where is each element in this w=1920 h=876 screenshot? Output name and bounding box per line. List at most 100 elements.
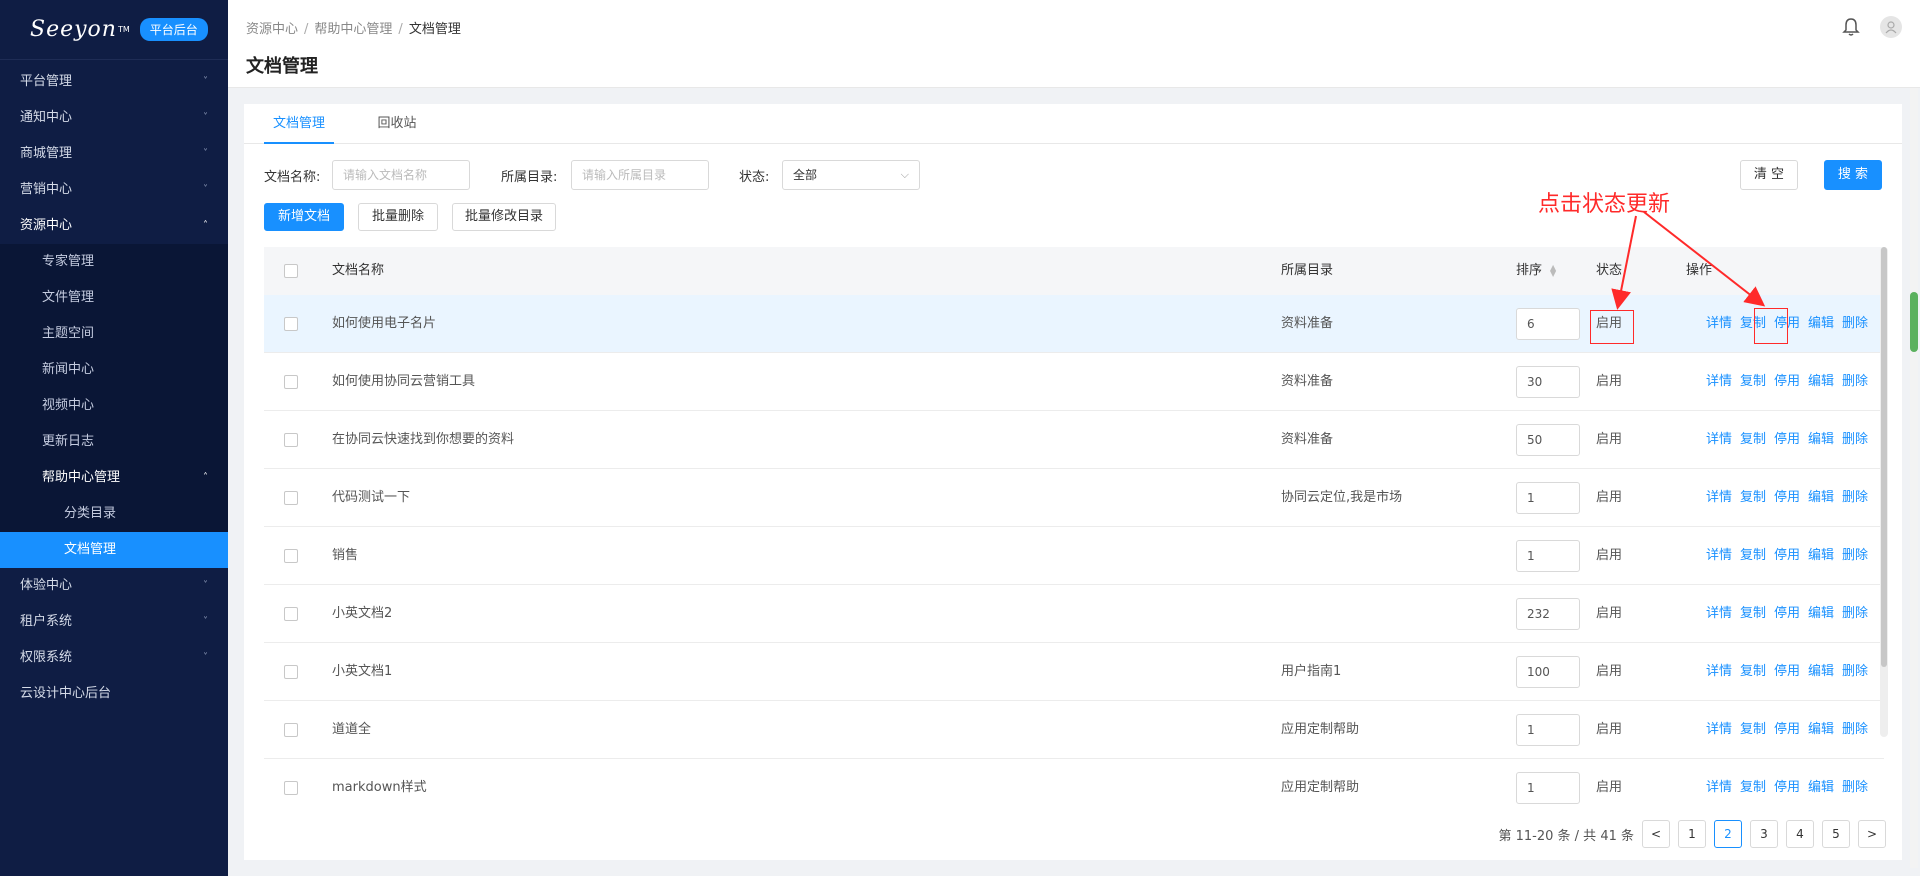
sidebar-item-news[interactable]: 新闻中心 xyxy=(0,352,228,388)
delete-link[interactable]: 删除 xyxy=(1842,527,1868,585)
doc-name-input[interactable] xyxy=(332,160,470,190)
table-scrollbar[interactable] xyxy=(1880,247,1888,737)
disable-link[interactable]: 停用 xyxy=(1774,411,1800,469)
table-row[interactable]: 在协同云快速找到你想要的资料 资料准备 50 启用 详情 复制 停用 编辑 删除 xyxy=(264,411,1884,469)
detail-link[interactable]: 详情 xyxy=(1706,411,1732,469)
row-checkbox[interactable] xyxy=(284,549,298,563)
disable-link[interactable]: 停用 xyxy=(1774,585,1800,643)
edit-link[interactable]: 编辑 xyxy=(1808,527,1834,585)
search-button[interactable]: 搜 索 xyxy=(1824,160,1882,190)
copy-link[interactable]: 复制 xyxy=(1740,759,1766,804)
avatar[interactable] xyxy=(1880,16,1902,38)
sidebar-item-videos[interactable]: 视频中心 xyxy=(0,388,228,424)
row-checkbox[interactable] xyxy=(284,781,298,795)
page-button-5[interactable]: 5 xyxy=(1822,820,1850,848)
col-sort-header[interactable]: 排序 xyxy=(1516,247,1542,295)
batch-delete-button[interactable]: 批量删除 xyxy=(358,203,438,231)
edit-link[interactable]: 编辑 xyxy=(1808,585,1834,643)
row-checkbox[interactable] xyxy=(284,491,298,505)
sidebar-item-topics[interactable]: 主题空间 xyxy=(0,316,228,352)
row-checkbox[interactable] xyxy=(284,607,298,621)
sidebar-item-permissions[interactable]: 权限系统 ˅ xyxy=(0,640,228,676)
table-row[interactable]: 如何使用协同云营销工具 资料准备 30 启用 详情 复制 停用 编辑 删除 xyxy=(264,353,1884,411)
edit-link[interactable]: 编辑 xyxy=(1808,295,1834,353)
page-button-3[interactable]: 3 xyxy=(1750,820,1778,848)
page-scrollbar-track[interactable] xyxy=(1910,88,1918,868)
next-page-button[interactable]: > xyxy=(1858,820,1886,848)
sidebar-item-cloud-design[interactable]: 云设计中心后台 xyxy=(0,676,228,712)
delete-link[interactable]: 删除 xyxy=(1842,353,1868,411)
select-all-checkbox[interactable] xyxy=(284,264,298,278)
table-row[interactable]: 代码测试一下 协同云定位,我是市场 1 启用 详情 复制 停用 编辑 删除 xyxy=(264,469,1884,527)
tab-doc-management[interactable]: 文档管理 xyxy=(264,104,334,144)
copy-link[interactable]: 复制 xyxy=(1740,527,1766,585)
sidebar-item-categories[interactable]: 分类目录 xyxy=(0,496,228,532)
delete-link[interactable]: 删除 xyxy=(1842,469,1868,527)
delete-link[interactable]: 删除 xyxy=(1842,759,1868,804)
breadcrumb-item[interactable]: 资源中心 xyxy=(246,22,298,37)
sort-order-input[interactable]: 1 xyxy=(1516,772,1580,804)
clear-button[interactable]: 清 空 xyxy=(1740,160,1798,190)
edit-link[interactable]: 编辑 xyxy=(1808,643,1834,701)
row-checkbox[interactable] xyxy=(284,665,298,679)
tab-recycle-bin[interactable]: 回收站 xyxy=(362,104,432,144)
copy-link[interactable]: 复制 xyxy=(1740,411,1766,469)
table-row[interactable]: markdown样式 应用定制帮助 1 启用 详情 复制 停用 编辑 删除 xyxy=(264,759,1884,804)
disable-link[interactable]: 停用 xyxy=(1774,469,1800,527)
sort-order-input[interactable]: 30 xyxy=(1516,366,1580,398)
delete-link[interactable]: 删除 xyxy=(1842,643,1868,701)
sidebar-item-doc-management[interactable]: 文档管理 xyxy=(0,532,228,568)
sort-order-input[interactable]: 232 xyxy=(1516,598,1580,630)
batch-move-button[interactable]: 批量修改目录 xyxy=(452,203,556,231)
detail-link[interactable]: 详情 xyxy=(1706,759,1732,804)
sort-order-input[interactable]: 6 xyxy=(1516,308,1580,340)
copy-link[interactable]: 复制 xyxy=(1740,585,1766,643)
page-button-1[interactable]: 1 xyxy=(1678,820,1706,848)
detail-link[interactable]: 详情 xyxy=(1706,527,1732,585)
sidebar-item-platform[interactable]: 平台管理 ˅ xyxy=(0,64,228,100)
delete-link[interactable]: 删除 xyxy=(1842,411,1868,469)
detail-link[interactable]: 详情 xyxy=(1706,353,1732,411)
page-scrollbar-thumb[interactable] xyxy=(1910,292,1918,352)
detail-link[interactable]: 详情 xyxy=(1706,643,1732,701)
sort-icon[interactable]: ▲ ▼ xyxy=(1550,264,1556,278)
edit-link[interactable]: 编辑 xyxy=(1808,411,1834,469)
copy-link[interactable]: 复制 xyxy=(1740,469,1766,527)
sort-order-input[interactable]: 1 xyxy=(1516,540,1580,572)
sort-order-input[interactable]: 1 xyxy=(1516,482,1580,514)
sort-order-input[interactable]: 1 xyxy=(1516,714,1580,746)
disable-link[interactable]: 停用 xyxy=(1774,759,1800,804)
sidebar-item-experts[interactable]: 专家管理 xyxy=(0,244,228,280)
detail-link[interactable]: 详情 xyxy=(1706,585,1732,643)
edit-link[interactable]: 编辑 xyxy=(1808,469,1834,527)
detail-link[interactable]: 详情 xyxy=(1706,701,1732,759)
delete-link[interactable]: 删除 xyxy=(1842,585,1868,643)
copy-link[interactable]: 复制 xyxy=(1740,643,1766,701)
table-scrollbar-thumb[interactable] xyxy=(1881,247,1887,667)
status-select[interactable]: 全部 ⌵ xyxy=(782,160,920,190)
delete-link[interactable]: 删除 xyxy=(1842,701,1868,759)
dir-input[interactable] xyxy=(571,160,709,190)
sidebar-item-changelog[interactable]: 更新日志 xyxy=(0,424,228,460)
row-checkbox[interactable] xyxy=(284,375,298,389)
prev-page-button[interactable]: < xyxy=(1642,820,1670,848)
disable-link[interactable]: 停用 xyxy=(1774,353,1800,411)
breadcrumb-item[interactable]: 帮助中心管理 xyxy=(314,22,392,37)
disable-link[interactable]: 停用 xyxy=(1774,643,1800,701)
row-checkbox[interactable] xyxy=(284,433,298,447)
sidebar-item-files[interactable]: 文件管理 xyxy=(0,280,228,316)
detail-link[interactable]: 详情 xyxy=(1706,295,1732,353)
table-row[interactable]: 小英文档1 用户指南1 100 启用 详情 复制 停用 编辑 删除 xyxy=(264,643,1884,701)
edit-link[interactable]: 编辑 xyxy=(1808,701,1834,759)
bell-icon[interactable] xyxy=(1842,17,1860,37)
disable-link[interactable]: 停用 xyxy=(1774,701,1800,759)
page-button-4[interactable]: 4 xyxy=(1786,820,1814,848)
table-row[interactable]: 小英文档2 232 启用 详情 复制 停用 编辑 删除 xyxy=(264,585,1884,643)
row-checkbox[interactable] xyxy=(284,317,298,331)
sidebar-item-resource[interactable]: 资源中心 ˄ xyxy=(0,208,228,244)
disable-link[interactable]: 停用 xyxy=(1774,527,1800,585)
table-row[interactable]: 道道全 应用定制帮助 1 启用 详情 复制 停用 编辑 删除 xyxy=(264,701,1884,759)
table-row[interactable]: 销售 1 启用 详情 复制 停用 编辑 删除 xyxy=(264,527,1884,585)
sidebar-item-mall[interactable]: 商城管理 ˅ xyxy=(0,136,228,172)
edit-link[interactable]: 编辑 xyxy=(1808,353,1834,411)
